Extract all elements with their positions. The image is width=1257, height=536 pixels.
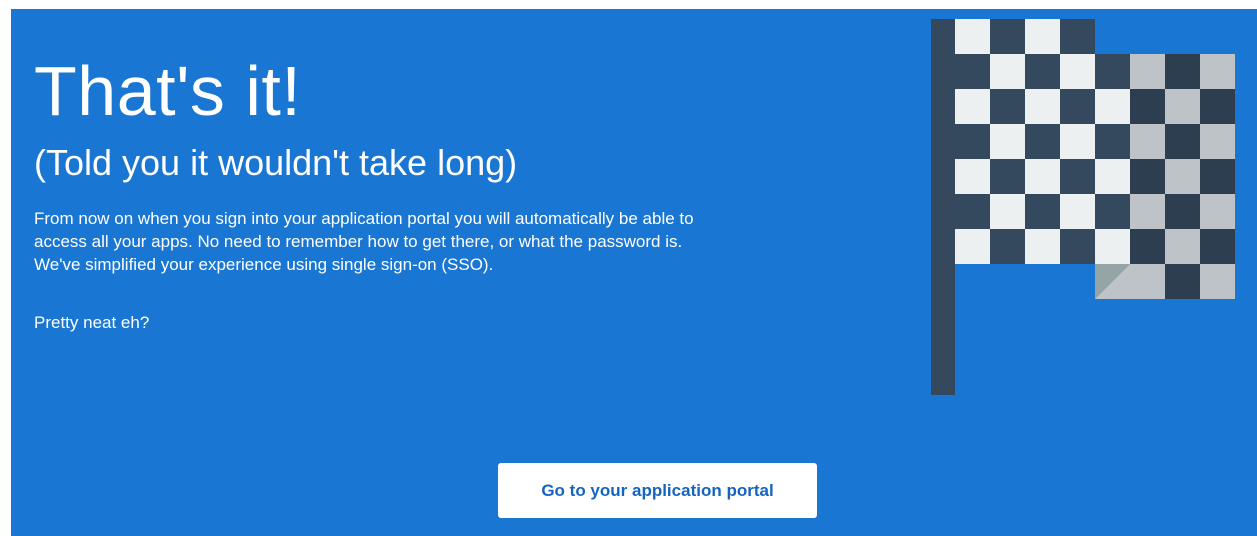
flag-square [955, 159, 990, 194]
flag-square [1165, 194, 1200, 229]
flag-square [1130, 89, 1165, 124]
setup-complete-panel: That's it! (Told you it wouldn't take lo… [11, 9, 1257, 536]
flag-square [955, 124, 990, 159]
flag-square [1025, 124, 1060, 159]
flag-square [1095, 159, 1130, 194]
flag-square [990, 19, 1025, 54]
flag-square [1025, 19, 1060, 54]
flag-square [1130, 194, 1165, 229]
flag-square [955, 19, 990, 54]
flag-square [955, 194, 990, 229]
flag-square [990, 159, 1025, 194]
checkered-flag-icon [931, 19, 1235, 395]
flag-square [990, 194, 1025, 229]
flag-pole [931, 19, 955, 395]
flag-square [1200, 89, 1235, 124]
flag-square [1130, 124, 1165, 159]
flag-square [1165, 229, 1200, 264]
flag-square [990, 54, 1025, 89]
flag-square [1200, 229, 1235, 264]
flag-square [1130, 229, 1165, 264]
flag-square [1165, 54, 1200, 89]
flag-square [1095, 194, 1130, 229]
page-subtitle: (Told you it wouldn't take long) [34, 142, 518, 183]
flag-square [1165, 124, 1200, 159]
flag-square [1200, 124, 1235, 159]
flag-square [1060, 19, 1095, 54]
flag-square [990, 229, 1025, 264]
go-to-portal-button[interactable]: Go to your application portal [498, 463, 817, 518]
flag-square [1165, 159, 1200, 194]
tagline-text: Pretty neat eh? [34, 313, 150, 332]
flag-square [1200, 159, 1235, 194]
description-line: We've simplified your experience using s… [34, 255, 494, 274]
flag-square [1060, 229, 1095, 264]
flag-square [990, 89, 1025, 124]
description-line: From now on when you sign into your appl… [34, 209, 694, 228]
flag-square [1025, 89, 1060, 124]
flag-square [1200, 54, 1235, 89]
flag-square [1025, 194, 1060, 229]
flag-square [1060, 124, 1095, 159]
flag-square [1060, 194, 1095, 229]
flag-square [1025, 54, 1060, 89]
flag-square [1025, 229, 1060, 264]
page-title: That's it! [34, 52, 302, 130]
flag-square [1165, 264, 1200, 299]
flag-square [1200, 264, 1235, 299]
flag-square [1130, 264, 1165, 299]
flag-square [1025, 159, 1060, 194]
flag-square [1095, 54, 1130, 89]
flag-square [1060, 159, 1095, 194]
flag-square [955, 229, 990, 264]
flag-square [1095, 229, 1130, 264]
flag-square [1130, 54, 1165, 89]
flag-square [955, 54, 990, 89]
description-text: From now on when you sign into your appl… [34, 207, 914, 276]
flag-square [1095, 124, 1130, 159]
description-line: access all your apps. No need to remembe… [34, 232, 683, 251]
flag-square [1130, 159, 1165, 194]
flag-square [1165, 89, 1200, 124]
flag-square [1095, 89, 1130, 124]
flag-square [955, 89, 990, 124]
flag-square [1200, 194, 1235, 229]
flag-square [1060, 89, 1095, 124]
flag-square [990, 124, 1025, 159]
flag-square [1060, 54, 1095, 89]
